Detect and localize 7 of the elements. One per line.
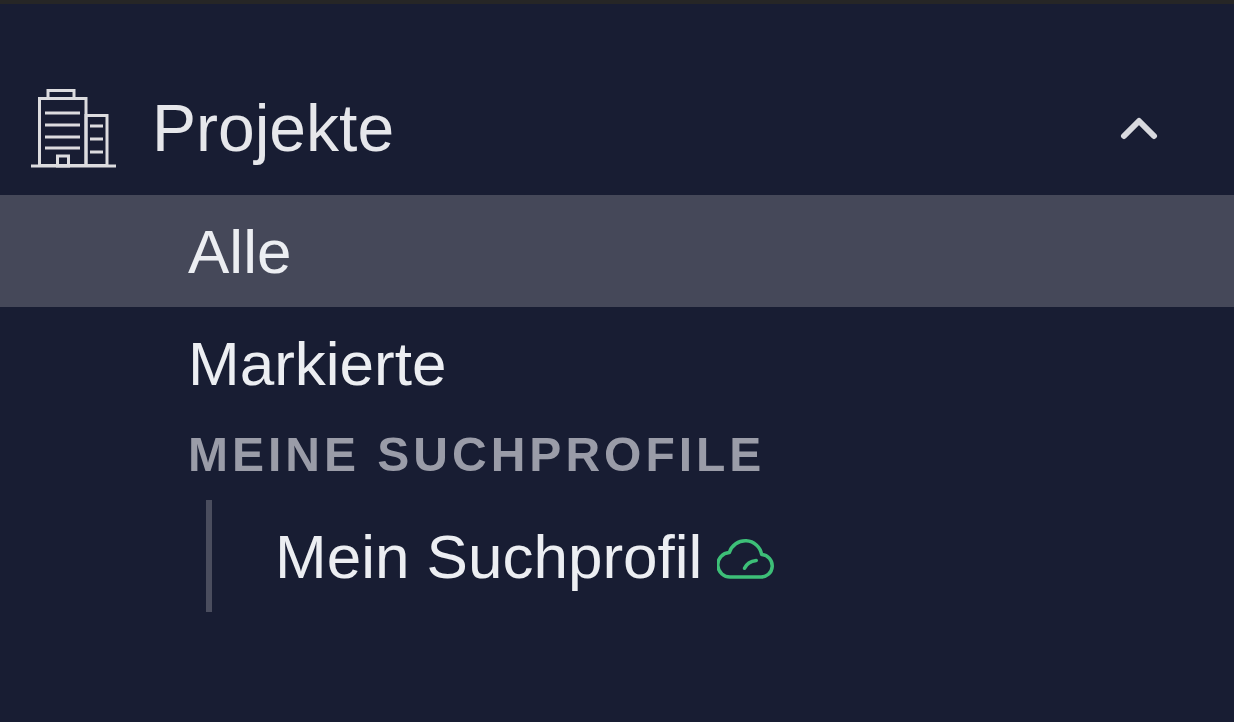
section-title[interactable]: Projekte	[152, 90, 395, 166]
nav-item[interactable]: Markierte	[0, 307, 1234, 419]
nav-item[interactable]: Mein Suchprofil	[212, 500, 1234, 612]
section-heading: MEINE SUCHPROFILE	[188, 427, 766, 483]
nav-item[interactable]: Alle	[0, 195, 1234, 307]
chevron-up-icon[interactable]	[1120, 116, 1158, 140]
building-icon	[30, 88, 117, 168]
